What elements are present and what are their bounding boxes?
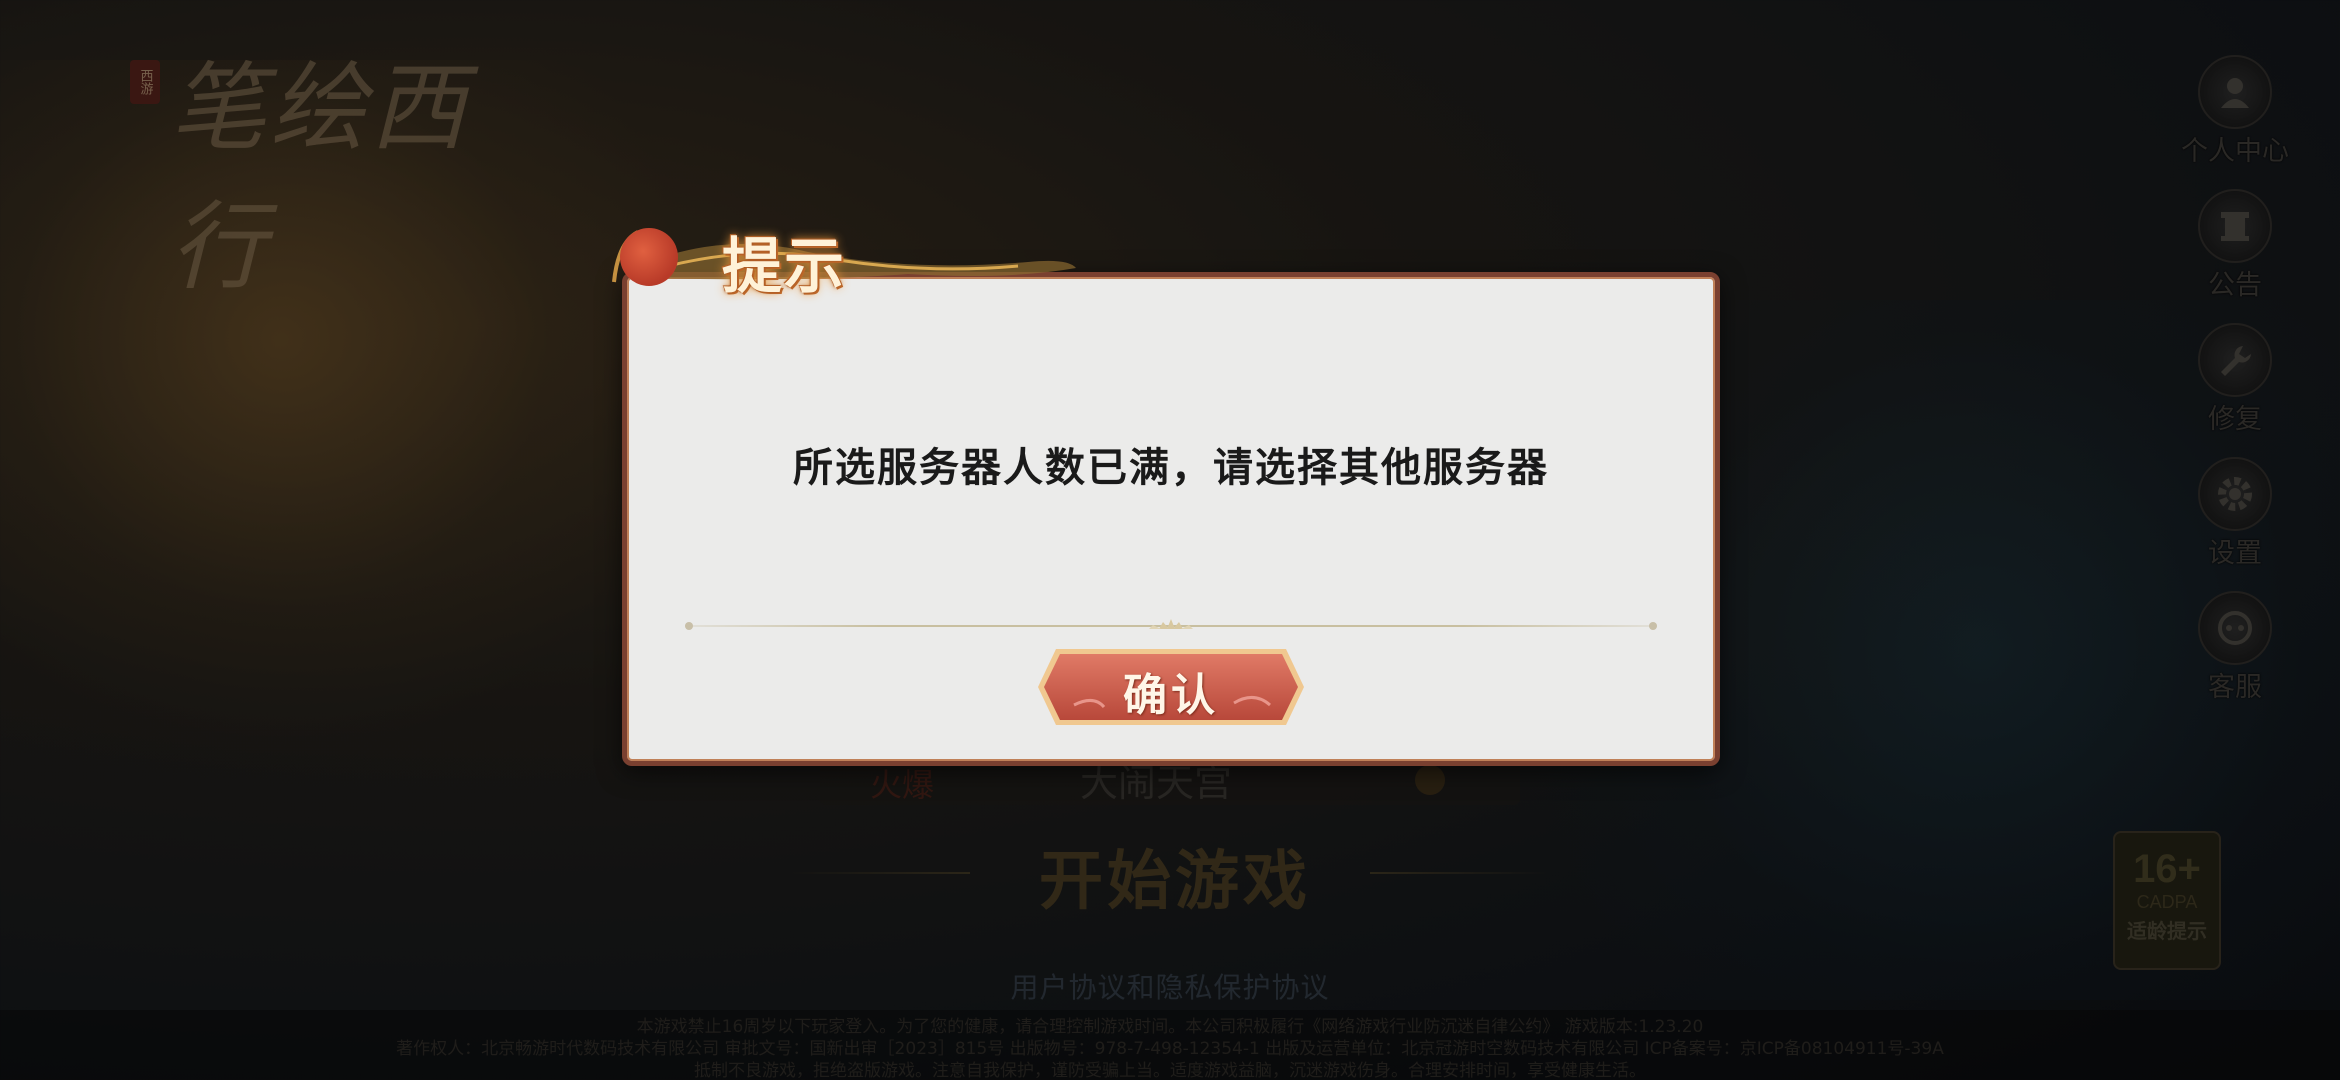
dialog-title: 提示 bbox=[722, 232, 846, 302]
confirm-button[interactable]: 确认 bbox=[1034, 645, 1308, 729]
divider-dot-right bbox=[1649, 622, 1657, 630]
dialog-message: 所选服务器人数已满，请选择其他服务器 bbox=[793, 444, 1549, 491]
dialog-divider bbox=[685, 619, 1657, 633]
confirm-button-label: 确认 bbox=[1123, 670, 1219, 721]
divider-dot-left bbox=[685, 622, 693, 630]
alert-dialog: 所选服务器人数已满，请选择其他服务器 确认 bbox=[622, 272, 1720, 766]
dialog-sun-decor bbox=[620, 228, 678, 286]
divider-ornament-icon bbox=[1149, 619, 1193, 629]
